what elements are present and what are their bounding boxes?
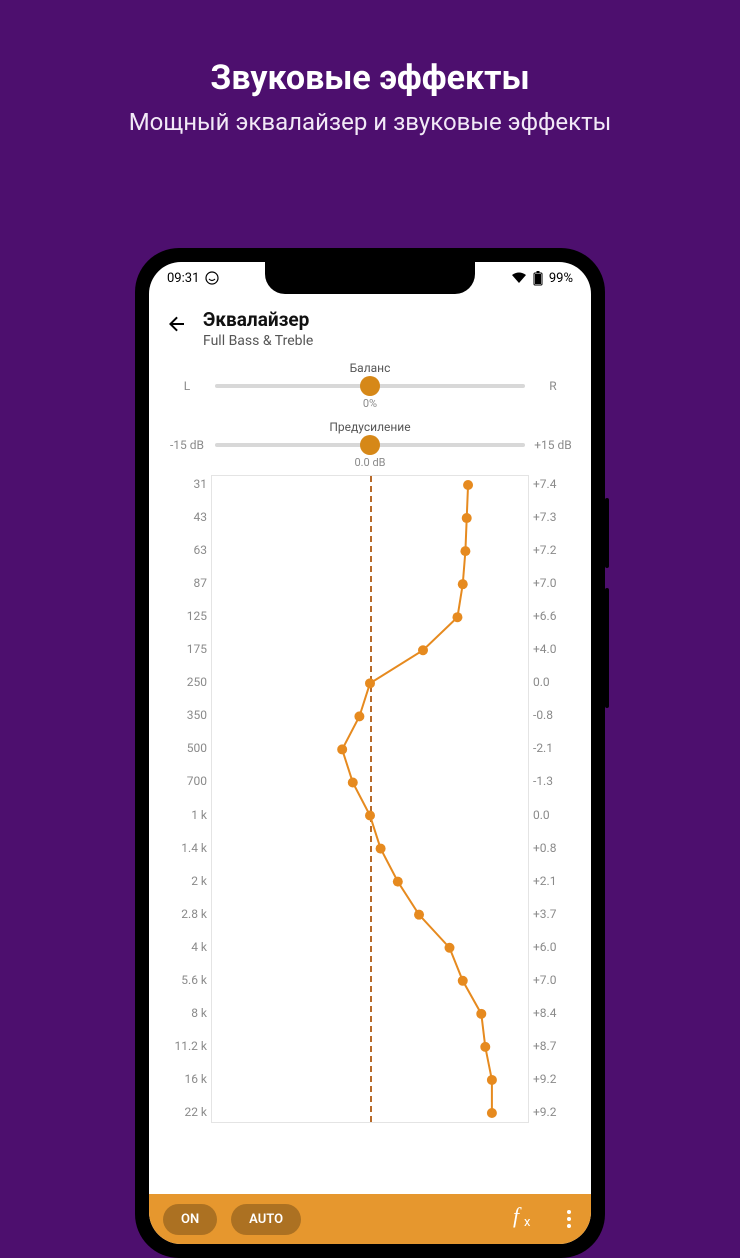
eq-freq-label: 16 k (163, 1072, 207, 1086)
eq-gain-label: +3.7 (533, 907, 577, 921)
phone-notch (265, 262, 475, 294)
eq-freq-label: 500 (163, 741, 207, 755)
eq-band-handle[interactable] (418, 645, 428, 655)
balance-label: Баланс (167, 361, 573, 375)
eq-band-handle[interactable] (460, 546, 470, 556)
eq-band-handle[interactable] (476, 1009, 486, 1019)
eq-band-handle[interactable] (365, 678, 375, 688)
eq-freq-label: 87 (163, 576, 207, 590)
promo-subtitle: Мощный эквалайзер и звуковые эффекты (0, 108, 740, 136)
eq-band-handle[interactable] (365, 811, 375, 821)
eq-freq-label: 8 k (163, 1006, 207, 1020)
preamp-slider[interactable] (215, 443, 525, 447)
eq-band-handle[interactable] (393, 877, 403, 887)
eq-gain-label: +7.0 (533, 973, 577, 987)
eq-auto-toggle[interactable]: AUTO (231, 1204, 301, 1235)
phone-side-button (605, 588, 609, 708)
eq-freq-label: 2.8 k (163, 907, 207, 921)
preamp-section: Предусиление -15 dB +15 dB 0.0 dB (149, 416, 591, 469)
balance-section: Баланс L R 0% (149, 357, 591, 410)
eq-gain-label: 0.0 (533, 675, 577, 689)
app-header: Эквалайзер Full Bass & Treble (149, 294, 591, 357)
eq-band-handle[interactable] (445, 943, 455, 953)
eq-freq-label: 5.6 k (163, 973, 207, 987)
preamp-max-label: +15 dB (533, 438, 573, 452)
eq-gain-label: -0.8 (533, 708, 577, 722)
balance-slider[interactable] (215, 384, 525, 388)
eq-gain-label: +7.2 (533, 543, 577, 557)
preset-name[interactable]: Full Bass & Treble (203, 333, 313, 349)
eq-gain-label: +4.0 (533, 642, 577, 656)
eq-band-handle[interactable] (487, 1108, 497, 1118)
eq-gain-label: +6.6 (533, 609, 577, 623)
preamp-label: Предусиление (167, 420, 573, 434)
more-icon[interactable] (561, 1210, 577, 1228)
eq-gain-label: +7.4 (533, 477, 577, 491)
eq-freq-label: 31 (163, 477, 207, 491)
eq-gain-label: -1.3 (533, 774, 577, 788)
phone-frame: 09:31 99% Эквалайзер Full Bass & Treble … (135, 248, 605, 1258)
eq-freq-label: 1.4 k (163, 841, 207, 855)
eq-gain-label: +9.2 (533, 1072, 577, 1086)
battery-icon (533, 271, 543, 286)
eq-gain-label: +9.2 (533, 1105, 577, 1119)
eq-curve (211, 475, 529, 1123)
eq-freq-label: 4 k (163, 940, 207, 954)
eq-band-handle[interactable] (337, 744, 347, 754)
status-time: 09:31 (167, 271, 199, 286)
eq-freq-label: 2 k (163, 874, 207, 888)
eq-freq-label: 250 (163, 675, 207, 689)
eq-band-handle[interactable] (480, 1042, 490, 1052)
eq-band-handle[interactable] (462, 513, 472, 523)
eq-band-handle[interactable] (354, 711, 364, 721)
eq-band-handle[interactable] (458, 976, 468, 986)
balance-thumb[interactable] (360, 376, 380, 396)
page-title: Эквалайзер (203, 308, 313, 331)
eq-freq-label: 350 (163, 708, 207, 722)
promo-title: Звуковые эффекты (0, 58, 740, 98)
equalizer-chart[interactable]: 31 +7.4 43 +7.3 63 +7.2 87 +7.0 125 +6.6 175 +4.0 25… (163, 475, 577, 1123)
eq-gain-label: +8.4 (533, 1006, 577, 1020)
eq-band-handle[interactable] (414, 910, 424, 920)
balance-left-label: L (167, 379, 207, 393)
eq-gain-label: +7.0 (533, 576, 577, 590)
eq-on-toggle[interactable]: ON (163, 1204, 217, 1235)
eq-gain-label: +2.1 (533, 874, 577, 888)
preamp-value: 0.0 dB (167, 456, 573, 469)
eq-freq-label: 175 (163, 642, 207, 656)
wifi-icon (511, 272, 527, 284)
balance-right-label: R (533, 379, 573, 393)
eq-band-handle[interactable] (463, 480, 473, 490)
phone-side-button (605, 498, 609, 568)
eq-gain-label: +6.0 (533, 940, 577, 954)
back-icon[interactable] (165, 312, 189, 336)
eq-freq-label: 125 (163, 609, 207, 623)
eq-band-handle[interactable] (348, 777, 358, 787)
eq-band-handle[interactable] (487, 1075, 497, 1085)
fx-icon[interactable]: fx (501, 1203, 547, 1235)
eq-band-handle[interactable] (452, 612, 462, 622)
eq-freq-label: 63 (163, 543, 207, 557)
status-battery: 99% (549, 271, 573, 286)
eq-freq-label: 1 k (163, 808, 207, 822)
eq-gain-label: +7.3 (533, 510, 577, 524)
eq-freq-label: 43 (163, 510, 207, 524)
eq-freq-label: 700 (163, 774, 207, 788)
preamp-min-label: -15 dB (167, 438, 207, 452)
eq-freq-label: 22 k (163, 1105, 207, 1119)
eq-gain-label: +8.7 (533, 1039, 577, 1053)
eq-band-handle[interactable] (376, 844, 386, 854)
app-indicator-icon (205, 271, 219, 285)
balance-value: 0% (167, 397, 573, 410)
eq-gain-label: -2.1 (533, 741, 577, 755)
eq-freq-label: 11.2 k (163, 1039, 207, 1053)
svg-text:f: f (513, 1203, 522, 1228)
eq-gain-label: +0.8 (533, 841, 577, 855)
eq-band-handle[interactable] (458, 579, 468, 589)
svg-text:x: x (524, 1215, 531, 1229)
preamp-thumb[interactable] (360, 435, 380, 455)
phone-screen: 09:31 99% Эквалайзер Full Bass & Treble … (149, 262, 591, 1244)
bottom-toolbar: ON AUTO fx (149, 1194, 591, 1244)
eq-gain-label: 0.0 (533, 808, 577, 822)
